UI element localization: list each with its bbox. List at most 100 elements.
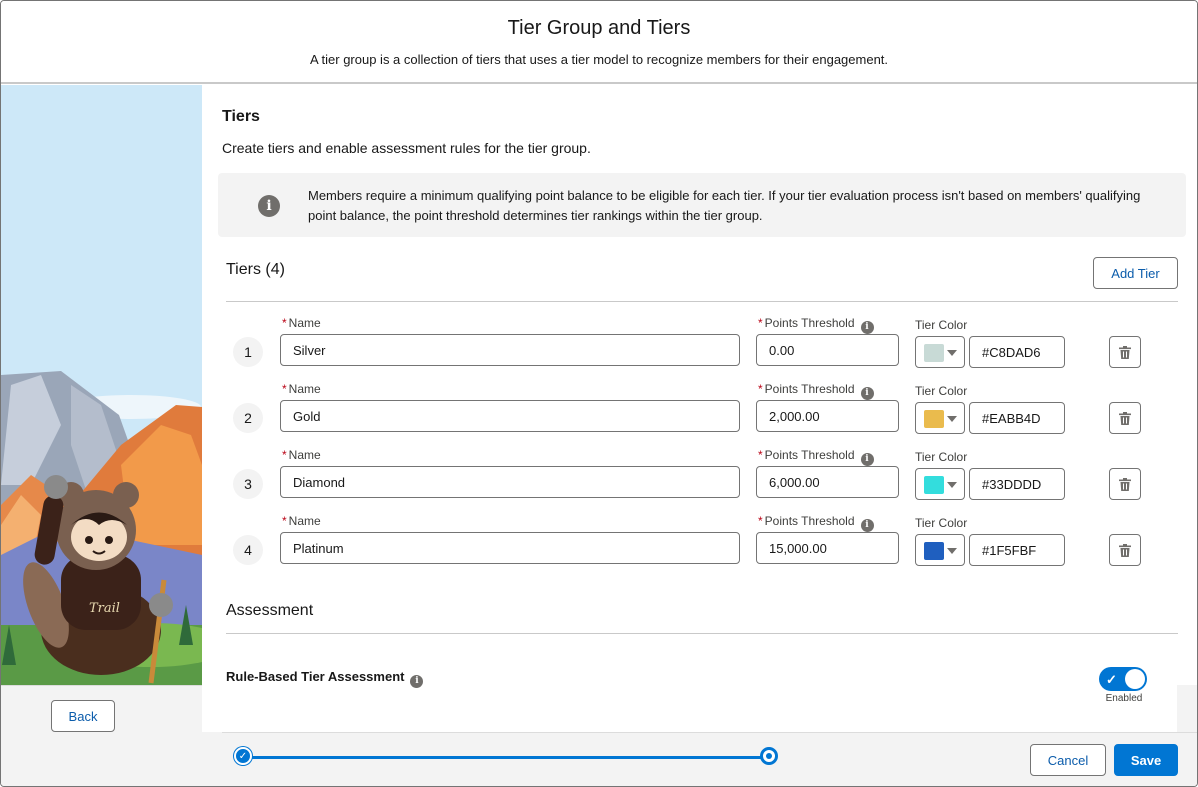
- tier-name-input[interactable]: Gold: [280, 400, 740, 432]
- tier-row-3: 3 * Name Diamond * Points Threshold i 6,000…: [202, 446, 1197, 512]
- name-label-text: Name: [288, 514, 321, 528]
- toggle-state-label: Enabled: [1105, 693, 1143, 704]
- color-swatch: [924, 344, 944, 362]
- required-marker: *: [282, 514, 287, 528]
- points-threshold-input[interactable]: 15,000.00: [756, 532, 899, 564]
- points-info-icon[interactable]: i: [860, 518, 874, 532]
- points-info-icon[interactable]: i: [860, 320, 874, 334]
- color-swatch: [924, 476, 944, 494]
- delete-tier-button[interactable]: [1109, 336, 1141, 368]
- trash-icon: [1119, 477, 1131, 491]
- tier-name-input[interactable]: Silver: [280, 334, 740, 366]
- color-hex-input[interactable]: #33DDDD: [969, 468, 1065, 500]
- cancel-button[interactable]: Cancel: [1030, 744, 1106, 776]
- points-label: * Points Threshold i: [758, 316, 874, 334]
- tier-name-input[interactable]: Platinum: [280, 532, 740, 564]
- footer-bar: Cancel Save: [222, 732, 1197, 786]
- info-notice: i Members require a minimum qualifying p…: [218, 173, 1186, 237]
- assessment-title: Assessment: [226, 602, 314, 619]
- tiers-divider: [226, 301, 1178, 302]
- step-completed-icon[interactable]: ✓: [234, 747, 252, 765]
- delete-tier-button[interactable]: [1109, 468, 1141, 500]
- tier-name-input[interactable]: Diamond: [280, 466, 740, 498]
- chevron-down-icon: [947, 482, 957, 488]
- info-notice-text: Members require a minimum qualifying poi…: [308, 188, 1141, 223]
- trash-icon: [1119, 543, 1131, 557]
- color-picker-button[interactable]: [915, 534, 965, 566]
- name-label-text: Name: [288, 316, 321, 330]
- chevron-down-icon: [947, 548, 957, 554]
- back-button[interactable]: Back: [51, 700, 115, 732]
- tier-row-2: 2 * Name Gold * Points Threshold i 2,000.00…: [202, 380, 1197, 446]
- save-button[interactable]: Save: [1114, 744, 1178, 776]
- add-tier-button[interactable]: Add Tier: [1093, 257, 1178, 289]
- required-marker: *: [758, 448, 763, 462]
- required-marker: *: [758, 382, 763, 396]
- info-icon: i: [258, 195, 280, 217]
- points-label-text: Points Threshold: [764, 448, 855, 462]
- color-swatch: [924, 542, 944, 560]
- color-label: Tier Color: [915, 384, 968, 398]
- color-swatch: [924, 410, 944, 428]
- points-info-icon[interactable]: i: [860, 386, 874, 400]
- page-subtitle: A tier group is a collection of tiers th…: [309, 52, 889, 67]
- name-label: * Name: [282, 514, 321, 528]
- right-footer-band: [1177, 685, 1197, 733]
- assessment-toggle[interactable]: ✓: [1099, 667, 1147, 691]
- trash-icon: [1119, 411, 1131, 425]
- color-picker-button[interactable]: [915, 336, 965, 368]
- tier-row-4: 4 * Name Platinum * Points Threshold i 15,0…: [202, 512, 1197, 578]
- points-label-text: Points Threshold: [764, 514, 855, 528]
- page-title: Tier Group and Tiers: [507, 17, 691, 39]
- required-marker: *: [282, 316, 287, 330]
- color-hex-input[interactable]: #1F5FBF: [969, 534, 1065, 566]
- assessment-info-icon[interactable]: i: [410, 674, 424, 688]
- color-label: Tier Color: [915, 318, 968, 332]
- name-label-text: Name: [288, 448, 321, 462]
- astro-illustration: Trail: [1, 85, 202, 685]
- svg-text:Trail: Trail: [89, 601, 120, 616]
- check-icon: ✓: [1106, 672, 1117, 687]
- points-label: * Points Threshold i: [758, 448, 874, 466]
- app-window: Tier Group and Tiers A tier group is a c…: [0, 0, 1198, 787]
- tier-number: 3: [233, 469, 263, 499]
- required-marker: *: [758, 316, 763, 330]
- left-footer: Back: [1, 685, 222, 786]
- page-header: Tier Group and Tiers A tier group is a c…: [1, 1, 1197, 84]
- delete-tier-button[interactable]: [1109, 402, 1141, 434]
- name-label-text: Name: [288, 382, 321, 396]
- assessment-divider: [226, 633, 1178, 634]
- tier-number: 4: [233, 535, 263, 565]
- required-marker: *: [282, 382, 287, 396]
- points-label-text: Points Threshold: [764, 382, 855, 396]
- required-marker: *: [758, 514, 763, 528]
- points-label-text: Points Threshold: [764, 316, 855, 330]
- tier-row-1: 1 * Name Silver * Points Threshold i 0.00 T…: [202, 314, 1197, 380]
- tier-number: 1: [233, 337, 263, 367]
- tier-number: 2: [233, 403, 263, 433]
- name-label: * Name: [282, 448, 321, 462]
- name-label: * Name: [282, 316, 321, 330]
- points-threshold-input[interactable]: 2,000.00: [756, 400, 899, 432]
- name-label: * Name: [282, 382, 321, 396]
- points-threshold-input[interactable]: 6,000.00: [756, 466, 899, 498]
- tiers-section-description: Create tiers and enable assessment rules…: [222, 140, 591, 156]
- color-picker-button[interactable]: [915, 468, 965, 500]
- toggle-knob: [1125, 669, 1145, 689]
- progress-bar: [243, 756, 768, 759]
- color-picker-button[interactable]: [915, 402, 965, 434]
- color-hex-input[interactable]: #C8DAD6: [969, 336, 1065, 368]
- points-label: * Points Threshold i: [758, 514, 874, 532]
- color-label: Tier Color: [915, 450, 968, 464]
- trash-icon: [1119, 345, 1131, 359]
- chevron-down-icon: [947, 416, 957, 422]
- points-label: * Points Threshold i: [758, 382, 874, 400]
- color-label: Tier Color: [915, 516, 968, 530]
- delete-tier-button[interactable]: [1109, 534, 1141, 566]
- tiers-section-title: Tiers: [222, 108, 260, 125]
- color-hex-input[interactable]: #EABB4D: [969, 402, 1065, 434]
- tiers-list-title: Tiers (4): [226, 261, 285, 278]
- step-current-indicator[interactable]: [760, 747, 778, 765]
- points-threshold-input[interactable]: 0.00: [756, 334, 899, 366]
- points-info-icon[interactable]: i: [860, 452, 874, 466]
